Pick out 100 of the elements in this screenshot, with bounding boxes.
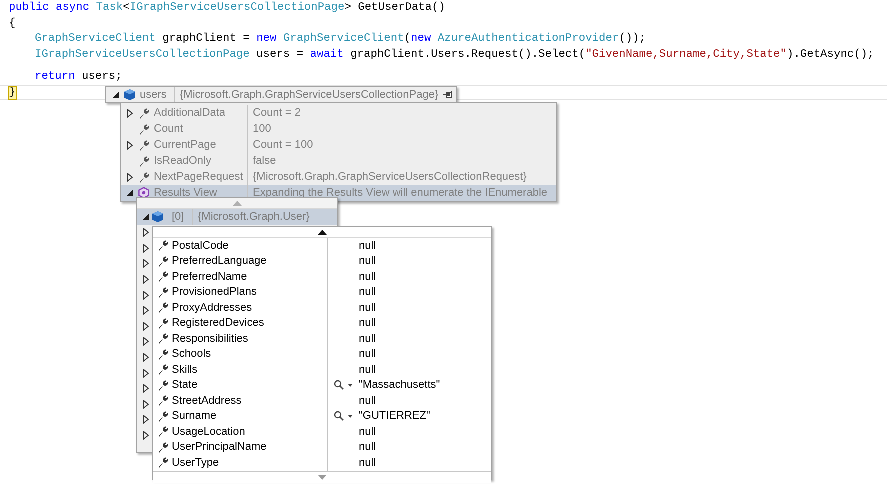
member-name: AdditionalData	[154, 107, 226, 119]
variable-name: users	[140, 88, 167, 100]
member-name: NextPageRequest	[154, 171, 244, 183]
variable-value: {Microsoft.Graph.GraphServiceUsersCollectionPage}	[179, 88, 439, 100]
caret-icon[interactable]	[348, 384, 352, 387]
member-value: null	[358, 270, 376, 283]
datatip-row[interactable]: State "Massachusetts"	[153, 378, 491, 393]
member-name: Schools	[172, 348, 212, 360]
wrench-icon	[138, 108, 150, 118]
collapsed-arrow-icon[interactable]	[143, 337, 149, 346]
collapsed-arrow-icon[interactable]	[143, 353, 149, 362]
expanded-arrow-icon[interactable]	[113, 92, 119, 98]
member-value: "Massachusetts"	[358, 379, 440, 392]
search-icon[interactable]	[334, 380, 344, 390]
member-value: null	[358, 317, 376, 330]
member-value: null	[358, 255, 376, 268]
datatip-row[interactable]: PreferredName null	[153, 269, 491, 284]
search-icon[interactable]	[334, 411, 344, 422]
member-name: PreferredLanguage	[172, 255, 267, 268]
code-line: public async Task<IGraphServiceUsersCollectionPage> GetUserData()	[8, 0, 446, 16]
code-line: IGraphServiceUsersCollectionPage users = await graphClient.Users.Request().Select("GivenName,Surname,City,State").GetAsync();	[34, 48, 876, 62]
member-name: [0]	[172, 211, 184, 223]
scroll-down-arrow-icon[interactable]	[318, 474, 326, 480]
wrench-icon	[158, 395, 168, 406]
wrench-icon	[138, 124, 150, 134]
member-name: CurrentPage	[154, 139, 216, 151]
member-value: null	[358, 364, 376, 376]
collapsed-arrow-icon[interactable]	[143, 400, 149, 409]
cube-icon	[124, 88, 136, 100]
collapsed-arrow-icon[interactable]	[127, 140, 133, 150]
member-value: null	[358, 302, 376, 314]
member-value: "GUTIERREZ"	[358, 410, 430, 422]
collapsed-arrow-icon[interactable]	[127, 108, 133, 118]
cube-icon	[152, 211, 164, 223]
member-value: {Microsoft.Graph.GraphServiceUsersCollectionRequest}	[252, 171, 527, 183]
datatip-row[interactable]: ProvisionedPlans null	[153, 284, 491, 300]
member-name: State	[172, 379, 198, 392]
wrench-icon	[138, 172, 150, 182]
caret-icon[interactable]	[348, 414, 352, 418]
collapsed-arrow-icon[interactable]	[143, 431, 149, 440]
datatip-row[interactable]: PreferredLanguage null	[153, 254, 491, 269]
collapsed-arrow-icon[interactable]	[143, 228, 149, 238]
member-name: UsageLocation	[172, 426, 246, 438]
member-name: RegisteredDevices	[172, 317, 264, 330]
member-value: null	[358, 240, 376, 252]
collapsed-arrow-icon[interactable]	[143, 322, 149, 331]
datatip-row[interactable]: RegisteredDevices null	[153, 316, 491, 331]
datatip-row[interactable]: PostalCode null	[153, 238, 491, 254]
wrench-icon	[158, 348, 168, 360]
collapsed-arrow-icon[interactable]	[143, 244, 149, 253]
collapsed-arrow-icon[interactable]	[143, 306, 149, 316]
collapsed-arrow-icon[interactable]	[143, 275, 149, 284]
wrench-icon	[158, 271, 168, 282]
collapsed-arrow-icon[interactable]	[127, 172, 133, 182]
wrench-icon	[138, 156, 150, 166]
wrench-icon	[158, 442, 168, 453]
member-name: StreetAddress	[172, 394, 242, 407]
datatip-row[interactable]: ProxyAddresses null	[153, 300, 491, 316]
member-value: 100	[252, 123, 272, 135]
member-name: PostalCode	[172, 240, 229, 252]
expanded-arrow-icon[interactable]	[143, 214, 149, 220]
wrench-icon	[158, 240, 168, 252]
member-name: Responsibilities	[172, 332, 248, 345]
datatip-row[interactable]: Skills null	[153, 362, 491, 378]
datatip-row[interactable]: UsageLocation null	[153, 424, 491, 440]
collapsed-arrow-icon[interactable]	[143, 290, 149, 300]
expanded-arrow-icon[interactable]	[127, 190, 133, 196]
wrench-icon	[138, 140, 150, 150]
code-line: return users;	[34, 70, 124, 84]
member-value: null	[358, 394, 376, 407]
datatip-row[interactable]: UserPrincipalName null	[153, 440, 491, 455]
member-value: null	[358, 441, 376, 454]
scroll-up-arrow-icon[interactable]	[318, 230, 326, 234]
member-value: null	[358, 286, 376, 298]
datatip-row[interactable]: StreetAddress null	[153, 393, 491, 408]
member-name: ProxyAddresses	[172, 302, 252, 314]
wrench-icon	[158, 457, 168, 468]
collapsed-arrow-icon[interactable]	[143, 259, 149, 268]
collapsed-arrow-icon[interactable]	[143, 384, 149, 394]
member-name: Count	[154, 123, 184, 135]
member-name: PreferredName	[172, 270, 248, 283]
member-name: Results View	[154, 187, 218, 199]
datatip-row[interactable]: Responsibilities null	[153, 331, 491, 346]
wrench-icon	[158, 364, 168, 376]
member-name: UserPrincipalName	[172, 441, 267, 454]
collapsed-arrow-icon[interactable]	[143, 415, 149, 424]
collapsed-arrow-icon[interactable]	[143, 368, 149, 378]
member-value: Count = 100	[252, 139, 314, 151]
member-name: Skills	[172, 364, 198, 376]
code-line: {	[8, 16, 17, 31]
member-value: null	[358, 348, 376, 360]
wrench-icon	[158, 426, 168, 438]
wrench-icon	[158, 286, 168, 298]
member-name: Surname	[172, 410, 217, 422]
wrench-icon	[158, 380, 168, 391]
member-value: Count = 2	[252, 107, 302, 119]
datatip-row[interactable]: Surname "GUTIERREZ"	[153, 408, 491, 424]
datatip-row[interactable]: Schools null	[153, 346, 491, 362]
wrench-icon	[158, 410, 168, 422]
member-name: ProvisionedPlans	[172, 286, 257, 298]
